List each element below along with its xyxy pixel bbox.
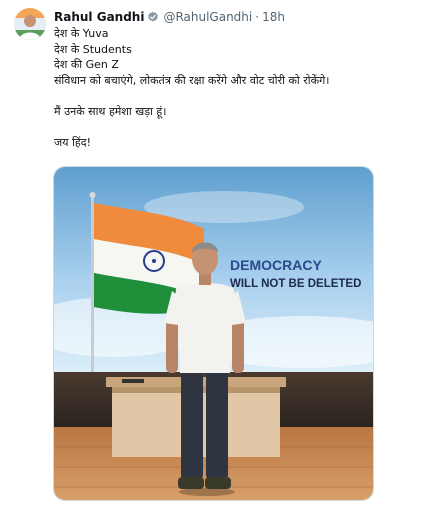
banner-line1: DEMOCRACY xyxy=(230,257,322,273)
tweet-line: देश के Yuva xyxy=(54,27,109,40)
tweet-line: संविधान को बचाएंगे, लोकतंत्र की रक्षा कर… xyxy=(54,73,330,87)
avatar-image xyxy=(14,8,46,40)
separator-dot: · xyxy=(255,10,260,24)
tweet-line: मैं उनके साथ हमेशा खड़ा हूं। xyxy=(54,104,167,118)
author-handle[interactable]: @RahulGandhi xyxy=(163,10,252,24)
tweet-line: देश के Students xyxy=(54,42,132,56)
verified-badge-icon xyxy=(147,11,159,23)
tweet-header: Rahul Gandhi @RahulGandhi · 18h xyxy=(54,8,285,26)
tweet-media-image[interactable]: DEMOCRACY WILL NOT BE DELETED xyxy=(53,166,374,501)
banner-line2: WILL NOT BE DELETED xyxy=(230,278,361,290)
tweet-line: देश की Gen Z xyxy=(54,58,119,71)
author-name[interactable]: Rahul Gandhi xyxy=(54,10,144,24)
tweet-text: देश के Yuva देश के Students देश की Gen Z… xyxy=(54,26,329,150)
tweet-card[interactable]: Rahul Gandhi @RahulGandhi · 18h देश के Y… xyxy=(0,0,427,507)
flag-pole xyxy=(91,195,94,375)
post-time[interactable]: 18h xyxy=(262,10,285,24)
tweet-line: जय हिंद! xyxy=(54,135,91,149)
avatar[interactable] xyxy=(14,8,46,40)
